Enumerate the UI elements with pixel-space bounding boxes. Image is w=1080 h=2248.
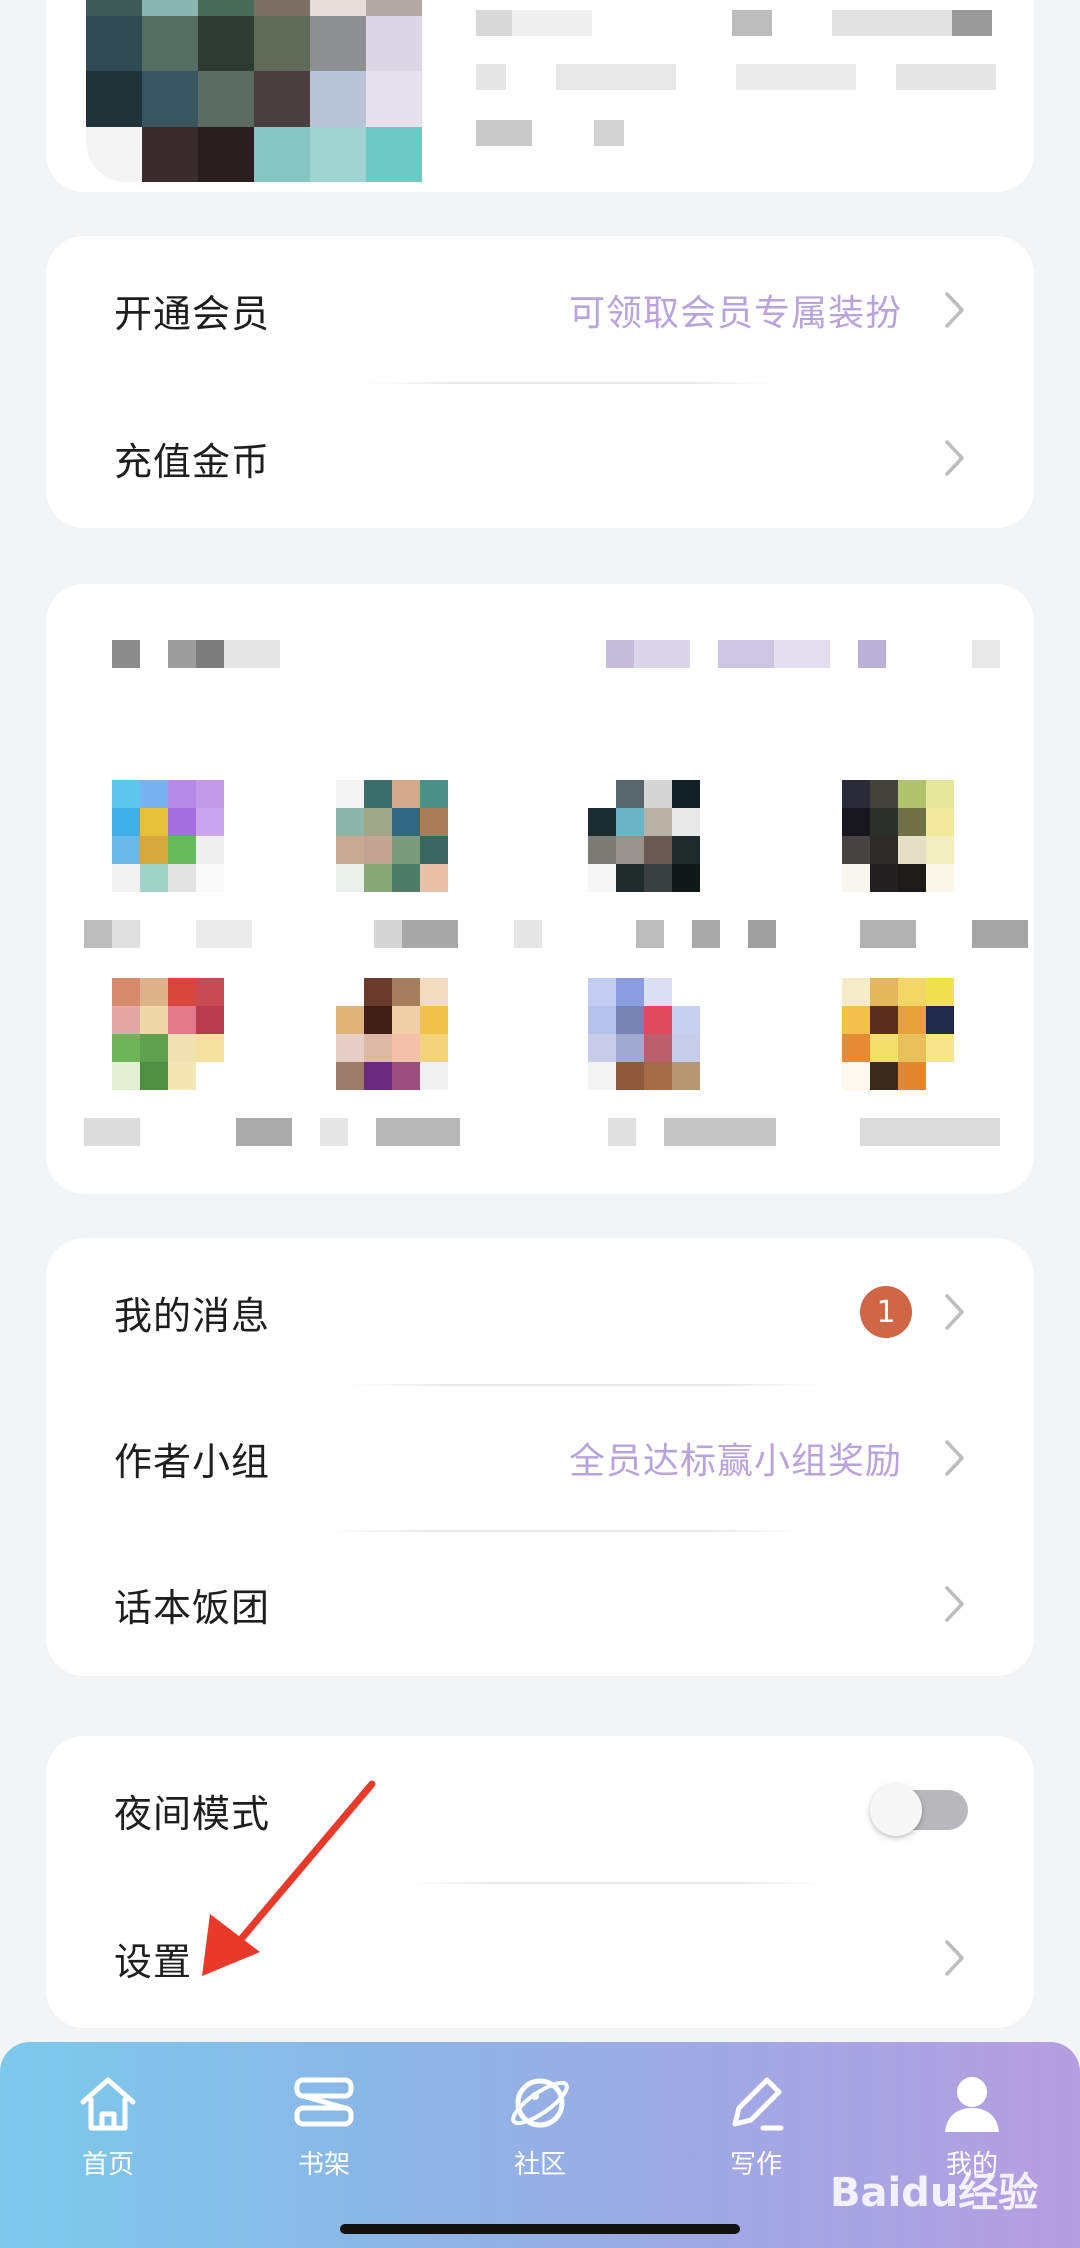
vip-label: 开通会员 — [114, 291, 271, 336]
item-thumbnail[interactable] — [112, 978, 224, 1090]
home-icon — [80, 2077, 136, 2131]
tab-write[interactable]: 写作 — [686, 2068, 826, 2181]
item-thumbnail[interactable] — [842, 780, 954, 892]
planet-icon — [511, 2078, 569, 2128]
author-group-hint: 全员达标赢小组奖励 — [568, 1441, 902, 1482]
item-thumbnail[interactable] — [588, 978, 700, 1090]
messages-row[interactable]: 我的消息 1 — [46, 1238, 1034, 1386]
messages-label: 我的消息 — [114, 1293, 271, 1338]
items-card — [46, 584, 1034, 1194]
tab-home-label: 首页 — [81, 2150, 134, 2180]
item-thumbnail[interactable] — [842, 978, 954, 1090]
item-thumbnail[interactable] — [336, 780, 448, 892]
profile-cover-image — [86, 0, 422, 182]
user-icon — [945, 2077, 999, 2132]
unread-badge: 1 — [860, 1286, 912, 1338]
item-name-placeholder — [84, 920, 1034, 948]
vip-hint: 可领取会员专属装扮 — [568, 293, 902, 334]
bookshelf-icon — [294, 2077, 354, 2127]
item-thumbnail[interactable] — [112, 780, 224, 892]
chevron-right-icon — [945, 1940, 964, 1976]
profile-card[interactable] — [46, 0, 1034, 192]
membership-card: 开通会员 可领取会员专属装扮 充值金币 — [46, 236, 1034, 528]
vip-row[interactable]: 开通会员 可领取会员专属装扮 — [46, 236, 1034, 384]
tab-bookshelf[interactable]: 书架 — [254, 2068, 394, 2181]
coins-label: 充值金币 — [114, 439, 271, 484]
tab-write-label: 写作 — [729, 2150, 782, 2180]
item-thumbnail[interactable] — [588, 780, 700, 892]
night-mode-toggle[interactable] — [870, 1784, 968, 1836]
chevron-right-icon — [945, 440, 964, 476]
item-name-placeholder — [84, 1118, 1034, 1146]
author-group-row[interactable]: 作者小组 全员达标赢小组奖励 — [46, 1384, 1034, 1532]
item-thumbnail[interactable] — [336, 978, 448, 1090]
tab-community[interactable]: 社区 — [470, 2068, 610, 2181]
profile-info-placeholder — [476, 10, 996, 160]
pen-icon — [732, 2077, 784, 2131]
annotation-arrow-icon — [202, 1780, 376, 1976]
chevron-right-icon — [945, 1586, 964, 1622]
fan-group-label: 话本饭团 — [114, 1585, 271, 1630]
chevron-right-icon — [945, 292, 964, 328]
coins-row[interactable]: 充值金币 — [46, 384, 1034, 532]
tab-community-label: 社区 — [513, 2150, 566, 2180]
watermark-logo: Baidu经验 — [830, 2170, 1039, 2216]
items-header-placeholder — [112, 640, 1000, 670]
tab-bookshelf-label: 书架 — [297, 2150, 350, 2180]
chevron-right-icon — [945, 1294, 964, 1330]
chevron-right-icon — [945, 1440, 964, 1476]
fan-group-row[interactable]: 话本饭团 — [46, 1530, 1034, 1678]
menu-card: 我的消息 1 作者小组 全员达标赢小组奖励 话本饭团 — [46, 1238, 1034, 1676]
home-indicator — [340, 2224, 740, 2234]
tab-home[interactable]: 首页 — [38, 2068, 178, 2181]
author-group-label: 作者小组 — [114, 1439, 271, 1484]
